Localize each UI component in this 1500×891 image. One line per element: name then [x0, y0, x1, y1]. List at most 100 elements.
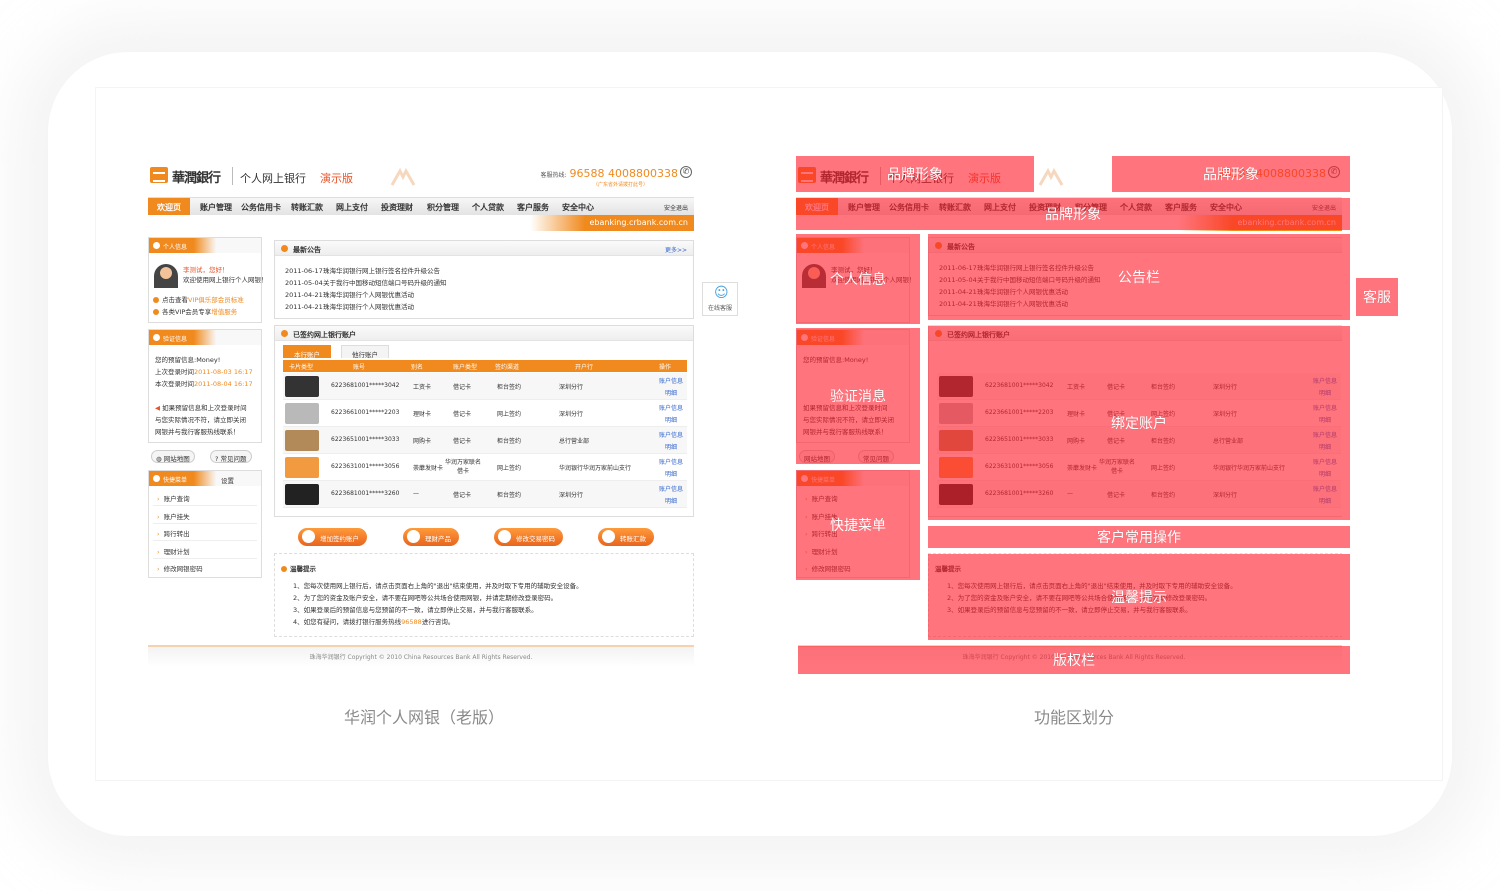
transfer-button[interactable]: 转账汇款 [598, 528, 654, 546]
cell-alias: 网购卡 [413, 438, 432, 445]
notice-row[interactable]: 2011-06-17珠海华润银行网上银行签名控件升级公告 [285, 265, 440, 275]
tip-item: 1、您每次使用网上银行后，请点击页面右上角的"退出"结束使用，并及时取下专用的辅… [293, 582, 583, 590]
zone-brand-nav: 品牌形象 [796, 198, 1350, 230]
zone-copyright: 版权栏 [798, 646, 1350, 674]
table-row: 6223661001*****2203 理财卡 借记卡 网上签约 深圳分行 账户信息明细 [283, 400, 687, 427]
cell-type: 借记卡 [453, 492, 472, 499]
notice-title: 最新公告 更多>> [275, 241, 693, 256]
nav-item-payment[interactable]: 网上支付 [336, 202, 368, 213]
details-link[interactable]: 明细 [659, 415, 683, 427]
column-header: 账号 [353, 364, 366, 371]
row-actions: 账户信息明细 [659, 376, 683, 400]
details-link[interactable]: 明细 [659, 442, 683, 454]
logout-link[interactable]: 安全退出 [664, 203, 688, 212]
change-trade-password-button[interactable]: 修改交易密码 [494, 528, 563, 546]
account-info-link[interactable]: 账户信息 [659, 403, 683, 415]
table-row: 6223681001*****3042 工资卡 借记卡 柜台签约 深圳分行 账户信息明细 [283, 373, 687, 400]
cell-type: 借记卡 [453, 384, 472, 391]
column-header: 别名 [411, 364, 424, 371]
nav-item-welcome[interactable]: 欢迎页 [148, 198, 190, 216]
nav-item-credit-card[interactable]: 公务信用卡 [241, 202, 281, 213]
account-info-link[interactable]: 账户信息 [659, 484, 683, 496]
faq-button[interactable]: ? 常见问题 [210, 450, 252, 463]
quick-menu-panel: 快捷菜单 设置 账户查询 账户挂失 跨行转出 理财计划 修改网银密码 [148, 470, 262, 578]
account-info-link[interactable]: 账户信息 [659, 430, 683, 442]
quick-item-report-loss[interactable]: 账户挂失 [157, 511, 190, 521]
nav-item-loan[interactable]: 个人贷款 [472, 202, 504, 213]
greeting: 李测试，您好！ [183, 266, 229, 274]
online-service-button[interactable]: 在线客服 [702, 282, 738, 316]
zone-accounts: 绑定账户 [928, 326, 1350, 520]
row-actions: 账户信息明细 [659, 430, 683, 454]
divider [153, 523, 257, 524]
row-actions: 账户信息明细 [659, 403, 683, 427]
cell-branch: 深圳分行 [559, 384, 584, 391]
nav-item-points[interactable]: 积分管理 [427, 202, 459, 213]
cell-number: 6223681001*****3260 [331, 490, 400, 497]
nav-item-service[interactable]: 客户服务 [517, 202, 549, 213]
cell-number: 6223651001*****3033 [331, 436, 400, 443]
row-actions: 账户信息明细 [659, 457, 683, 481]
column-header: 操作 [659, 364, 672, 371]
warning-line-2: 与您实际情况不符，请立即关闭 [155, 416, 246, 424]
details-link[interactable]: 明细 [659, 496, 683, 508]
wealth-products-button[interactable]: 理财产品 [403, 528, 459, 546]
nav-item-invest[interactable]: 投资理财 [381, 202, 413, 213]
notice-row[interactable]: 2011-04-21珠海华润银行个人网银优惠活动 [285, 289, 414, 299]
accounts-table-body: 6223681001*****3042工资卡借记卡柜台签约深圳分行账户信息明细6… [275, 373, 694, 513]
cell-alias: 荼蘼发财卡 [413, 465, 444, 472]
table-row: 6223681001*****3260 — 借记卡 柜台签约 深圳分行 账户信息明细 [283, 481, 687, 508]
nav-item-accounts[interactable]: 账户管理 [200, 202, 232, 213]
table-row: 6223631001*****3056 荼蘼发财卡华润万家联名借卡 网上签约 华润银行… [283, 454, 687, 481]
header-divider [232, 167, 233, 185]
tips-panel: 温馨提示 1、您每次使用网上银行后，请点击页面右上角的"退出"结束使用，并及时取… [274, 553, 694, 637]
zone-notice: 公告栏 [928, 234, 1350, 320]
notice-row[interactable]: 2011-05-04关于我行中国移动短信端口号码升级的通知 [285, 277, 447, 287]
zone-profile: 个人信息 [796, 234, 920, 324]
caption-right: 功能区划分 [1033, 708, 1114, 727]
decoration-icon [390, 167, 416, 186]
nav-item-transfer[interactable]: 转账汇款 [291, 202, 323, 213]
globe-icon: ◍ [156, 455, 162, 463]
tip-item: 2、为了您的资金及账户安全，请不要在网吧等公共场合使用网银，并请定期修改登录密码… [293, 594, 558, 602]
notice-panel: 最新公告 更多>> 2011-06-17珠海华润银行网上银行签名控件升级公告 20… [274, 240, 694, 319]
tip-item: 3、如果登录后的预留信息与您预留的不一致，请立即停止交易，并与我行客服联系。 [293, 606, 538, 614]
cell-alias: — [413, 490, 419, 497]
quick-menu-settings[interactable]: 设置 [221, 475, 234, 485]
phone-icon: ✆ [680, 166, 692, 178]
sitemap-button[interactable]: ◍ 网站地图 [151, 450, 195, 463]
quick-item-change-password[interactable]: 修改网银密码 [157, 563, 203, 573]
nav-item-security[interactable]: 安全中心 [562, 202, 594, 213]
cell-type: 华润万家联名借卡 [444, 459, 481, 475]
zone-tips: 温馨提示 [928, 554, 1350, 640]
hotline: 客服热线: 96588 4008800338 [540, 167, 678, 180]
account-info-link[interactable]: 账户信息 [659, 457, 683, 469]
accounts-table-header: 卡片类型 账号 别名 账户类型 签约渠道 开户行 操作 [283, 360, 687, 372]
column-header: 账户类型 [453, 364, 478, 371]
quick-item-plan[interactable]: 理财计划 [157, 546, 190, 556]
zone-brand-logo: 品牌形象 [796, 156, 1034, 192]
decoration-icon [1038, 167, 1064, 186]
url-banner: ebanking.crbank.com.cn [148, 215, 694, 231]
zone-brand-hotline: 品牌形象 [1112, 156, 1350, 192]
vip-link[interactable]: 点击查看VIP俱乐部会员标准 [153, 294, 244, 304]
account-info-link[interactable]: 账户信息 [659, 376, 683, 388]
cell-alias: 理财卡 [413, 411, 432, 418]
vip-service-link[interactable]: 各类VIP会员专享增值服务 [153, 306, 237, 316]
bank-url: ebanking.crbank.com.cn [589, 218, 688, 227]
divider [153, 505, 257, 506]
details-link[interactable]: 明细 [659, 469, 683, 481]
notice-more-link[interactable]: 更多>> [665, 245, 687, 254]
details-link[interactable]: 明细 [659, 388, 683, 400]
add-account-button[interactable]: 增加签约账户 [298, 528, 367, 546]
avatar [154, 264, 178, 288]
notice-row[interactable]: 2011-04-21珠海华润银行个人网银优惠活动 [285, 301, 414, 311]
question-icon: ? [215, 455, 219, 463]
cell-channel: 柜台签约 [497, 384, 522, 391]
tab-other-bank[interactable]: 他行账户 [341, 345, 389, 359]
quick-item-interbank[interactable]: 跨行转出 [157, 528, 190, 538]
quick-item-account-query[interactable]: 账户查询 [157, 493, 190, 503]
cell-number: 6223661001*****2203 [331, 409, 400, 416]
verify-title: 验证信息 [149, 330, 261, 345]
tab-own-bank[interactable]: 本行账户 [283, 345, 331, 359]
